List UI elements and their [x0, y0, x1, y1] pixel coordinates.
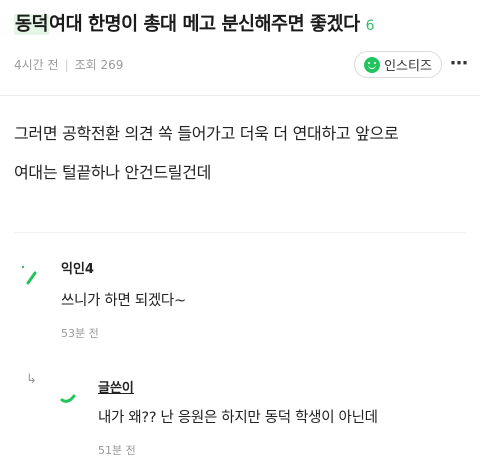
comment-text: 쓰니가 하면 되겠다~: [61, 293, 186, 309]
view-count: 조회 269: [74, 58, 124, 72]
post-body-line-2: 여대는 털끝하나 안건드릴건데: [14, 163, 212, 182]
title-highlight: 동덕: [14, 14, 50, 35]
board-name: 인스티즈: [384, 59, 432, 74]
post-title: 동덕여대 한명이 총대 메고 분신해주면 좋겠다 6: [14, 10, 375, 36]
divider: [0, 95, 480, 96]
avatar: [21, 265, 37, 285]
comments-divider: [14, 232, 466, 233]
smile-icon: [364, 56, 381, 73]
comment-time: 53분 전: [61, 327, 99, 340]
reply-text: 내가 왜?? 난 응원은 하지만 동덕 학생이 아닌데: [98, 410, 378, 426]
post-body-line-1: 그러면 공학전환 의견 쏙 들어가고 더욱 더 연대하고 앞으로: [14, 124, 399, 143]
post-meta: 4시간 전 | 조회 269: [14, 56, 123, 73]
avatar: [60, 394, 76, 403]
more-options-icon[interactable]: ⋯: [450, 53, 468, 74]
board-button[interactable]: 인스티즈: [354, 51, 442, 78]
meta-separator: |: [64, 58, 69, 72]
comment-author[interactable]: 익인4: [61, 258, 94, 277]
reply-arrow-icon: ↳: [26, 372, 37, 387]
post-time: 4시간 전: [14, 58, 59, 72]
comment-count[interactable]: 6: [366, 18, 375, 34]
reply-author[interactable]: 글쓴이: [98, 377, 134, 396]
reply-time: 51분 전: [98, 444, 136, 457]
title-text: 여대 한명이 총대 메고 분신해주면 좋겠다: [49, 14, 360, 35]
